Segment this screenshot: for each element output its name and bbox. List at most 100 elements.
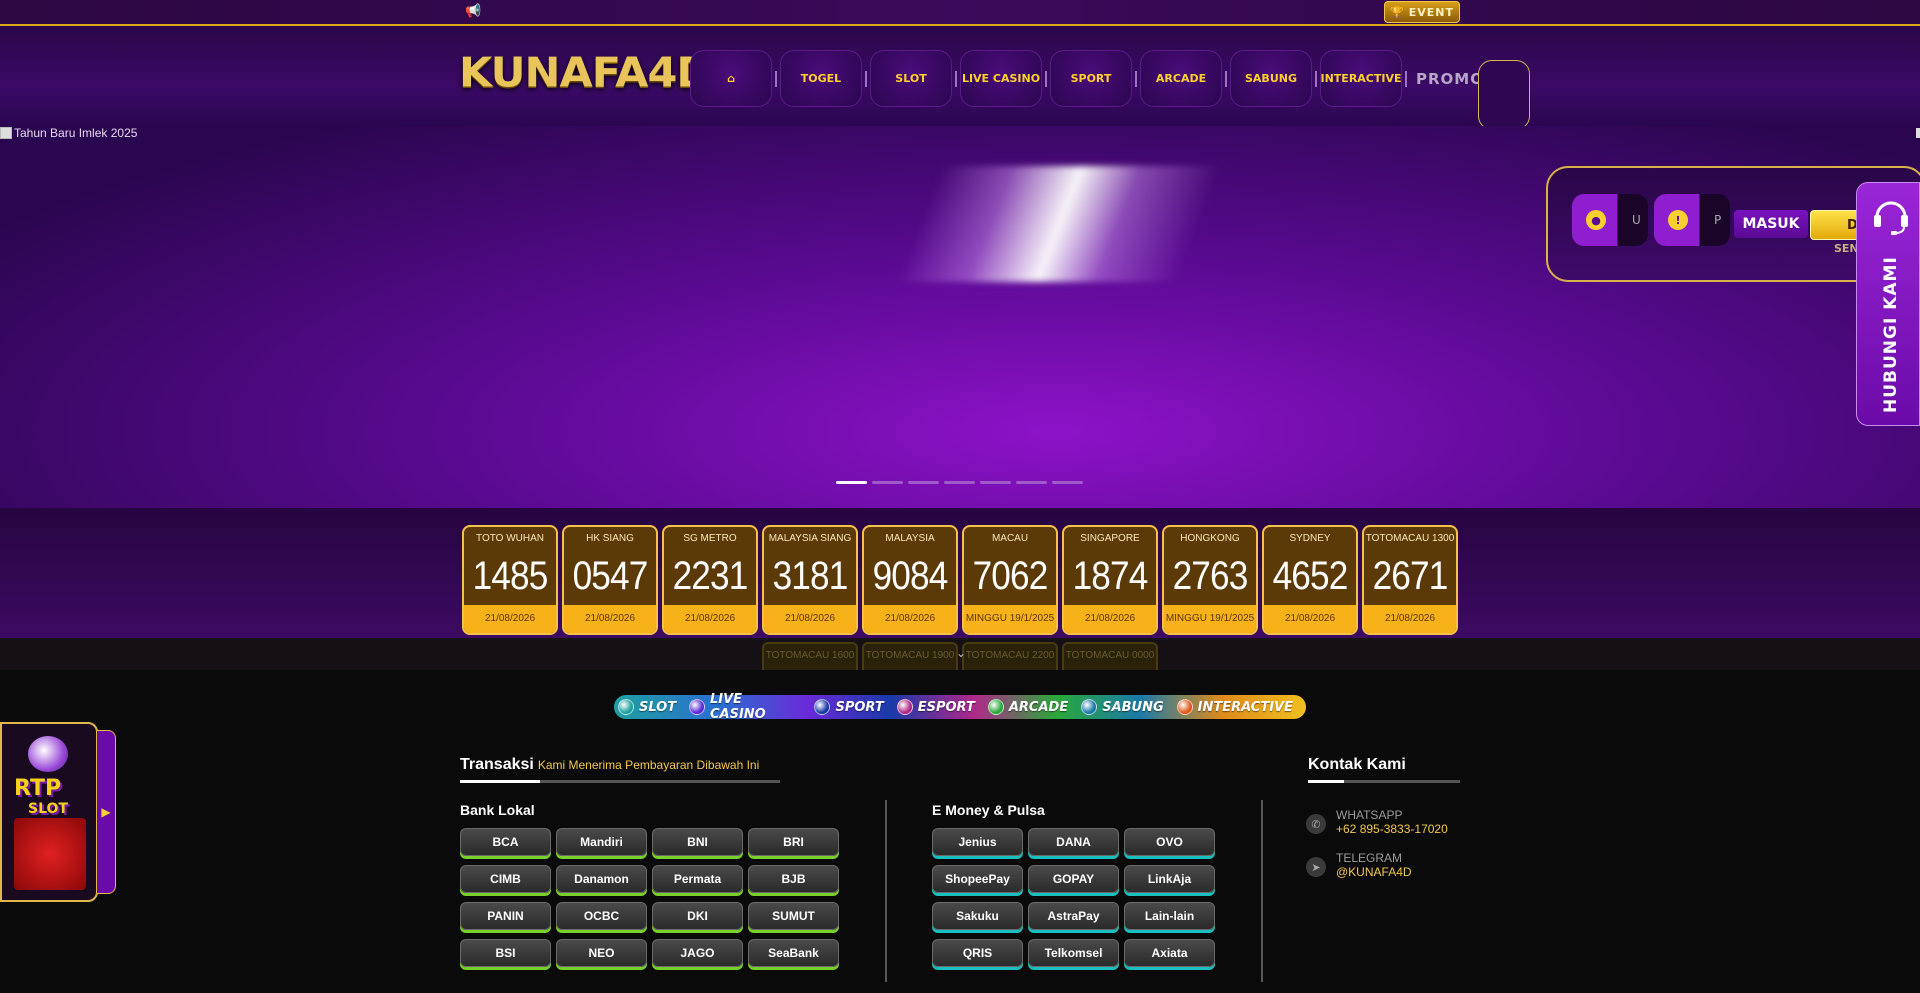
- emoney-button[interactable]: AstraPay: [1028, 902, 1119, 930]
- forgot-link[interactable]: SEN: [1834, 242, 1859, 255]
- category-sabung[interactable]: SABUNG: [1081, 699, 1164, 715]
- bank-button[interactable]: Danamon: [556, 865, 647, 893]
- category-ball-icon: [1176, 699, 1193, 715]
- emoney-button[interactable]: Axiata: [1124, 939, 1215, 967]
- kontak-underline: [1308, 780, 1460, 783]
- password-field[interactable]: ! P: [1654, 194, 1730, 246]
- nav-sabung[interactable]: SABUNG: [1230, 50, 1312, 107]
- bank-button[interactable]: SUMUT: [748, 902, 839, 930]
- carousel-dot[interactable]: [944, 481, 975, 484]
- bank-button[interactable]: BSI: [460, 939, 551, 967]
- category-ball-icon: [1081, 699, 1098, 715]
- emoney-button[interactable]: Lain-lain: [1124, 902, 1215, 930]
- trophy-icon: 🏆: [1390, 5, 1405, 19]
- contact-telegram[interactable]: ➤ TELEGRAM @KUNAFA4D: [1306, 851, 1412, 879]
- result-card[interactable]: SYDNEY 4652 21/08/2026: [1262, 525, 1358, 635]
- contact-whatsapp[interactable]: ✆ WHATSAPP +62 895-3833-17020: [1306, 808, 1448, 836]
- login-button[interactable]: MASUK: [1734, 210, 1808, 238]
- result-date: 21/08/2026: [564, 605, 656, 633]
- category-live-casino[interactable]: LIVE CASINO: [689, 692, 801, 722]
- emoney-grid: Jenius DANA OVO ShopeePay GOPAY LinkAja Sakuku…: [932, 828, 1215, 967]
- emoney-button[interactable]: OVO: [1124, 828, 1215, 856]
- event-button[interactable]: 🏆 EVENT: [1384, 1, 1460, 23]
- contact-value[interactable]: +62 895-3833-17020: [1336, 822, 1448, 836]
- emoney-button[interactable]: GOPAY: [1028, 865, 1119, 893]
- carousel-dot[interactable]: [980, 481, 1011, 484]
- carousel-dot[interactable]: [836, 481, 867, 484]
- result-card[interactable]: TOTOMACAU 1300 2671 21/08/2026: [1362, 525, 1458, 635]
- nav-home[interactable]: ⌂: [690, 50, 772, 107]
- category-ball-icon: [814, 699, 831, 715]
- category-esport[interactable]: ESPORT: [896, 699, 975, 715]
- bank-button[interactable]: CIMB: [460, 865, 551, 893]
- category-slot[interactable]: SLOT: [618, 699, 676, 715]
- category-arcade[interactable]: ARCADE: [987, 699, 1068, 715]
- bank-button[interactable]: DKI: [652, 902, 743, 930]
- result-card-collapsed[interactable]: TOTOMACAU 1900: [862, 642, 958, 670]
- rtp-slot-widget[interactable]: RTP SLOT: [0, 722, 98, 902]
- emoney-button[interactable]: ShopeePay: [932, 865, 1023, 893]
- bank-button[interactable]: PANIN: [460, 902, 551, 930]
- result-card[interactable]: MACAU 7062 MINGGU 19/1/2025: [962, 525, 1058, 635]
- contact-us-tab[interactable]: HUBUNGI KAMI: [1856, 182, 1920, 426]
- category-sport[interactable]: SPORT: [814, 699, 884, 715]
- result-card[interactable]: TOTO WUHAN 1485 21/08/2026: [462, 525, 558, 635]
- emoney-button[interactable]: QRIS: [932, 939, 1023, 967]
- nav-divider: [1135, 70, 1137, 87]
- username-field[interactable]: ● U: [1572, 194, 1648, 246]
- chevron-down-icon[interactable]: ⌄: [956, 646, 966, 660]
- home-icon: ⌂: [727, 72, 735, 85]
- result-card[interactable]: MALAYSIA 9084 21/08/2026: [862, 525, 958, 635]
- bank-button[interactable]: BJB: [748, 865, 839, 893]
- result-card[interactable]: SG METRO 2231 21/08/2026: [662, 525, 758, 635]
- emoney-button[interactable]: Sakuku: [932, 902, 1023, 930]
- nav-togel[interactable]: TOGEL: [780, 50, 862, 107]
- bank-button[interactable]: BNI: [652, 828, 743, 856]
- emoney-button[interactable]: DANA: [1028, 828, 1119, 856]
- top-announcement-bar: 📢 🏆 EVENT: [0, 0, 1920, 26]
- carousel-dot[interactable]: [872, 481, 903, 484]
- category-label: ESPORT: [917, 699, 975, 715]
- result-date: 21/08/2026: [1264, 605, 1356, 633]
- carousel-dot[interactable]: [908, 481, 939, 484]
- bank-button[interactable]: SeaBank: [748, 939, 839, 967]
- result-card[interactable]: MALAYSIA SIANG 3181 21/08/2026: [762, 525, 858, 635]
- result-number: 1874: [1072, 554, 1149, 598]
- nav-slot[interactable]: SLOT: [870, 50, 952, 107]
- site-logo[interactable]: KUNAFA4D: [459, 49, 712, 97]
- carousel-dot[interactable]: [1016, 481, 1047, 484]
- category-ball-icon: [618, 699, 634, 715]
- account-box[interactable]: [1478, 60, 1530, 130]
- banner-next-handle[interactable]: [1916, 128, 1920, 138]
- contact-value[interactable]: @KUNAFA4D: [1336, 865, 1412, 879]
- transaksi-heading: Transaksi Kami Menerima Pembayaran Dibawa…: [460, 756, 759, 774]
- emoney-button[interactable]: Jenius: [932, 828, 1023, 856]
- category-interactive[interactable]: INTERACTIVE: [1176, 699, 1293, 715]
- nav-arcade[interactable]: ARCADE: [1140, 50, 1222, 107]
- bank-button[interactable]: Permata: [652, 865, 743, 893]
- bank-button[interactable]: NEO: [556, 939, 647, 967]
- shield-icon: !: [1668, 210, 1688, 230]
- nav-sport[interactable]: SPORT: [1050, 50, 1132, 107]
- result-card-collapsed[interactable]: TOTOMACAU 0000: [1062, 642, 1158, 670]
- nav-divider: [1225, 70, 1227, 87]
- emoney-button[interactable]: Telkomsel: [1028, 939, 1119, 967]
- nav-divider: [865, 70, 867, 87]
- result-card[interactable]: SINGAPORE 1874 21/08/2026: [1062, 525, 1158, 635]
- result-card[interactable]: HK SIANG 0547 21/08/2026: [562, 525, 658, 635]
- bank-button[interactable]: JAGO: [652, 939, 743, 967]
- bank-button[interactable]: OCBC: [556, 902, 647, 930]
- bank-button[interactable]: Mandiri: [556, 828, 647, 856]
- result-card[interactable]: HONGKONG 2763 MINGGU 19/1/2025: [1162, 525, 1258, 635]
- nav-live-casino[interactable]: LIVE CASINO: [960, 50, 1042, 107]
- result-card-collapsed[interactable]: TOTOMACAU 1600: [762, 642, 858, 670]
- broken-image-icon: [0, 127, 12, 139]
- carousel-dot[interactable]: [1052, 481, 1083, 484]
- bank-button[interactable]: BRI: [748, 828, 839, 856]
- result-card-collapsed[interactable]: TOTOMACAU 2200: [962, 642, 1058, 670]
- emoney-button[interactable]: LinkAja: [1124, 865, 1215, 893]
- rtp-toggle[interactable]: ▶: [96, 730, 116, 894]
- nav-interactive[interactable]: INTERACTIVE: [1320, 50, 1402, 107]
- bank-button[interactable]: BCA: [460, 828, 551, 856]
- event-label: EVENT: [1408, 5, 1454, 19]
